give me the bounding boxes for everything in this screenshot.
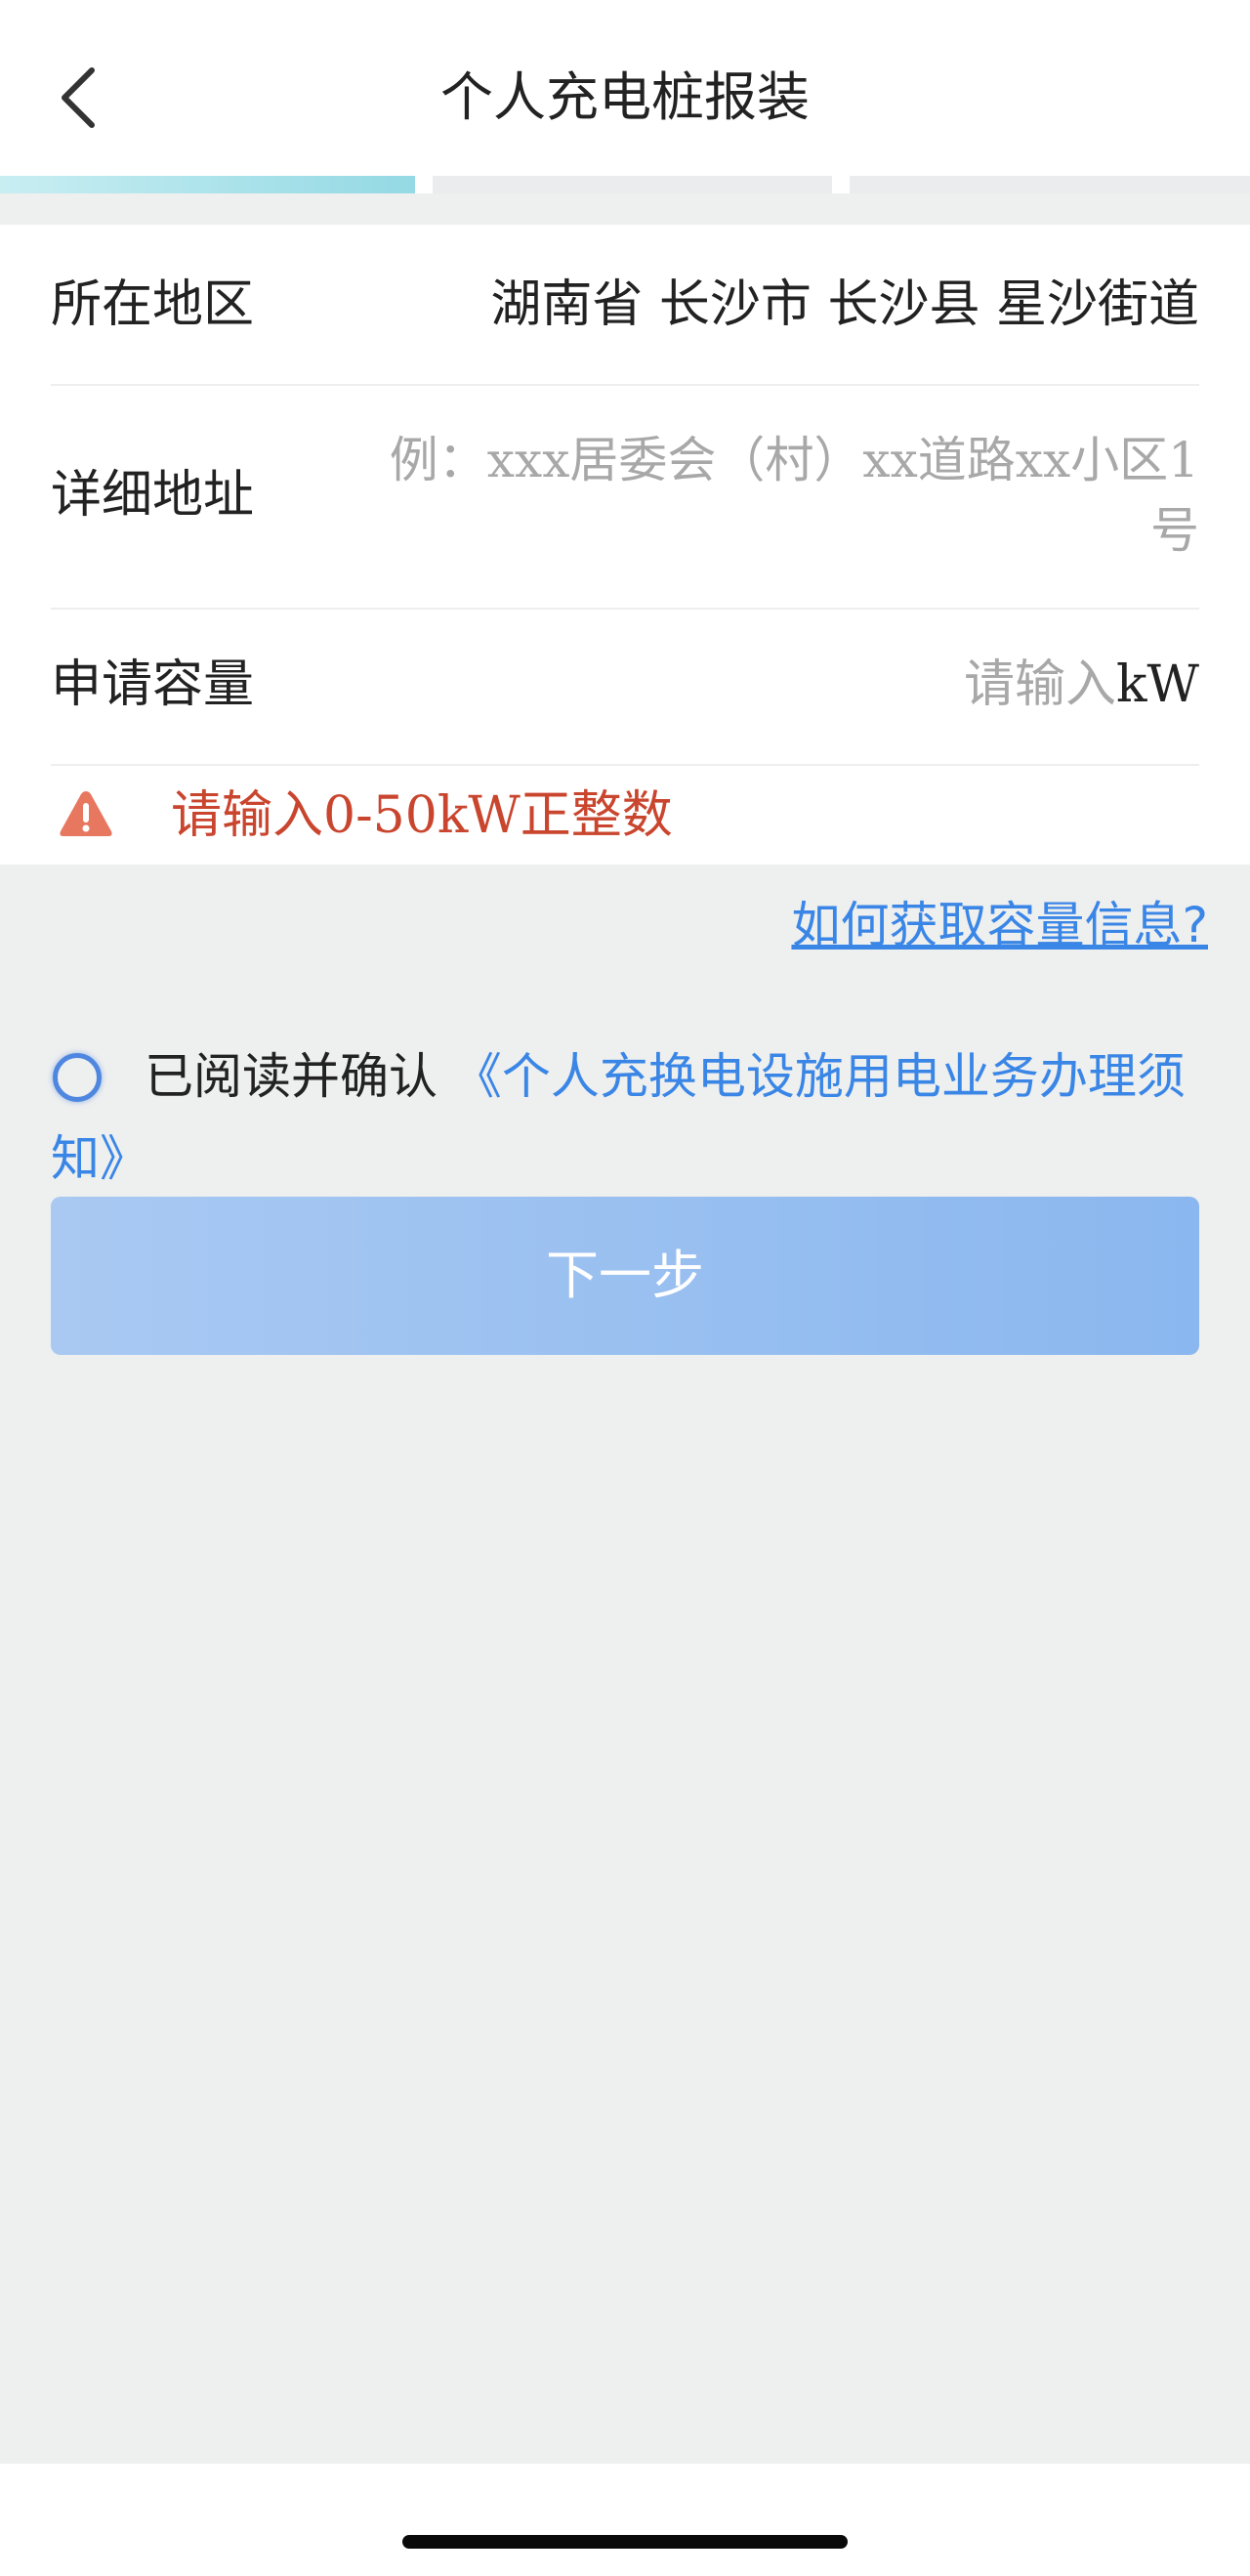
- address-row: 详细地址 例：xxx居委会（村）xx道路xx小区1号: [51, 386, 1199, 610]
- step-progress-bar: [0, 176, 1250, 193]
- agreement-prefix: 已阅读并确认: [145, 1048, 453, 1105]
- progress-gap: [0, 193, 1250, 225]
- address-label: 详细地址: [51, 466, 255, 525]
- warning-triangle-icon: [60, 791, 112, 836]
- region-value[interactable]: 湖南省 长沙市 长沙县 星沙街道: [490, 274, 1199, 336]
- error-text: 请输入0-50kW正整数: [171, 786, 673, 845]
- progress-step-3: [850, 176, 1250, 193]
- region-label: 所在地区: [51, 275, 255, 334]
- capacity-unit: kW: [1116, 655, 1199, 714]
- capacity-placeholder: 请输入: [964, 655, 1117, 714]
- address-input[interactable]: 例：xxx居委会（村）xx道路xx小区1号: [359, 425, 1199, 566]
- capacity-error-message: 请输入0-50kW正整数: [51, 767, 1199, 865]
- application-form: 所在地区 湖南省 长沙市 长沙县 星沙街道 详细地址 例：xxx居委会（村）xx…: [0, 225, 1250, 865]
- region-row[interactable]: 所在地区 湖南省 长沙市 长沙县 星沙街道: [51, 225, 1199, 386]
- home-indicator: [402, 2535, 848, 2549]
- capacity-help-link[interactable]: 如何获取容量信息?: [791, 891, 1208, 959]
- page-title: 个人充电桩报装: [440, 66, 810, 128]
- agreement-section: 已阅读并确认 《个人充换电设施用电业务办理须知》: [51, 1035, 1203, 1200]
- navigation-bar: 个人充电桩报装: [0, 0, 1250, 176]
- capacity-label: 申请容量: [51, 655, 255, 714]
- agreement-radio[interactable]: [53, 1053, 102, 1102]
- agreement-text: 已阅读并确认 《个人充换电设施用电业务办理须知》: [51, 1035, 1203, 1200]
- capacity-row: 申请容量 请输入kW: [51, 610, 1199, 766]
- capacity-input[interactable]: 请输入kW: [964, 654, 1199, 716]
- progress-step-2: [433, 176, 832, 193]
- bottom-safe-area: [0, 2464, 1250, 2576]
- next-step-button[interactable]: 下一步: [51, 1197, 1199, 1355]
- progress-step-1: [0, 176, 415, 193]
